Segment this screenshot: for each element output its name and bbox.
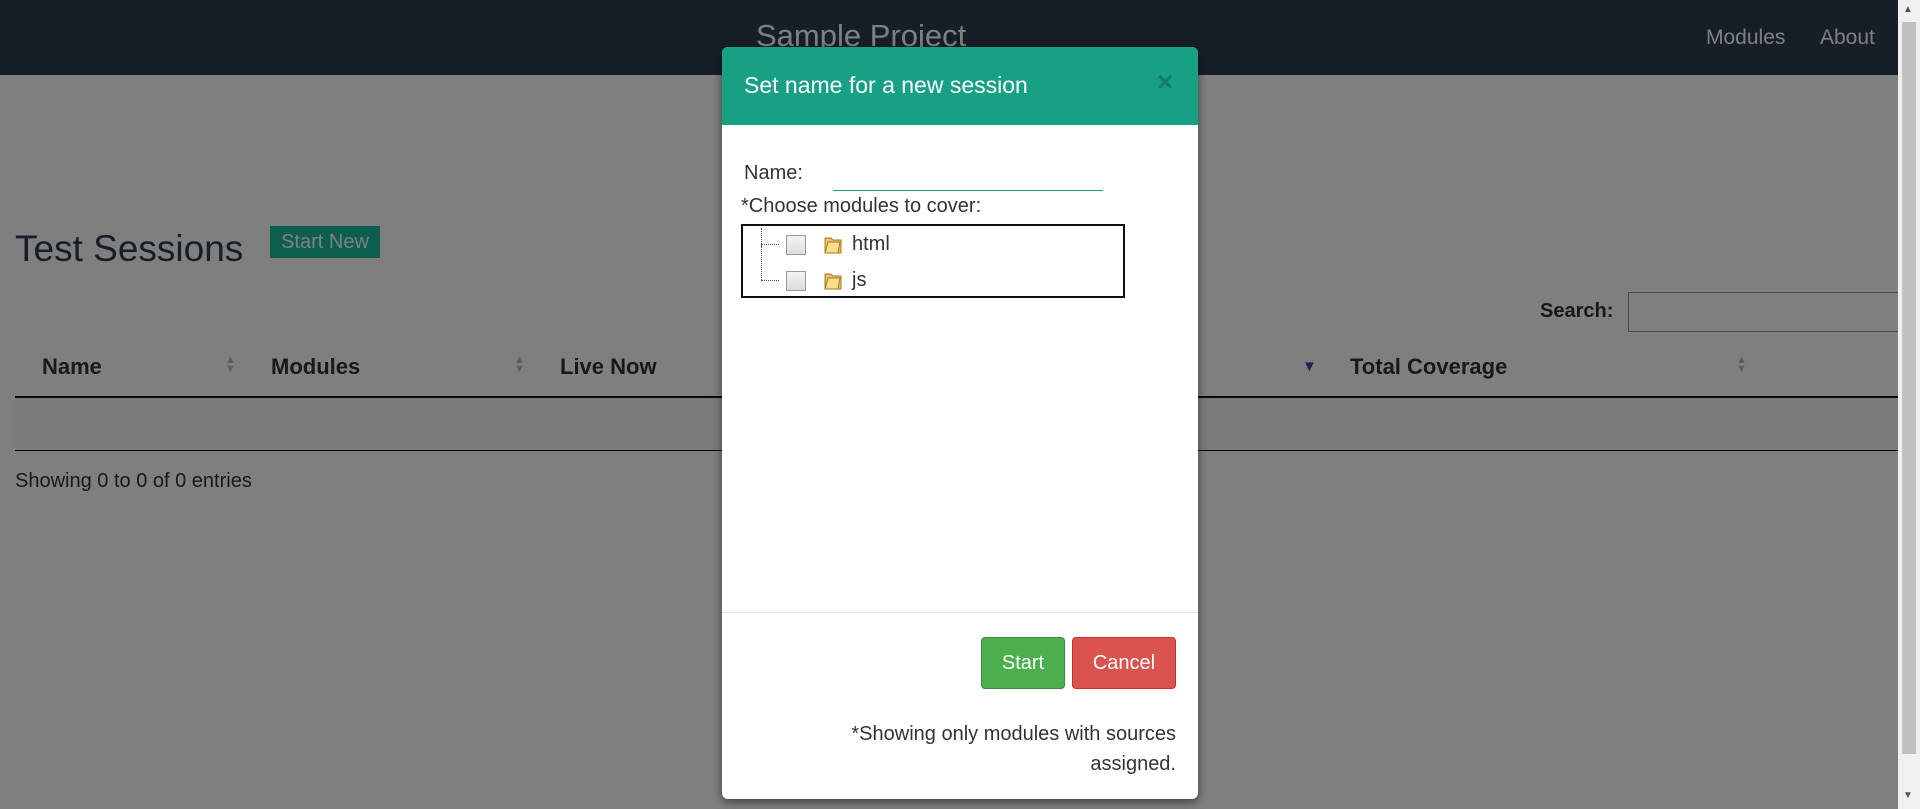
start-button[interactable]: Start: [981, 637, 1065, 689]
modal-header: Set name for a new session ×: [722, 47, 1198, 125]
session-name-input[interactable]: [833, 160, 1103, 191]
cancel-button[interactable]: Cancel: [1072, 637, 1176, 689]
modal-title: Set name for a new session: [744, 72, 1028, 98]
tree-node-js[interactable]: js: [743, 264, 1121, 296]
modules-footnote: *Showing only modules with sources assig…: [851, 723, 1176, 775]
modal-footer-divider: [722, 612, 1198, 613]
close-icon[interactable]: ×: [1157, 66, 1173, 98]
choose-modules-label: *Choose modules to cover:: [741, 195, 982, 217]
module-tree: html js: [741, 224, 1125, 298]
module-checkbox-html[interactable]: [786, 235, 806, 255]
name-label: Name:: [744, 162, 803, 184]
folder-icon: [824, 273, 842, 290]
scroll-up-icon[interactable]: ▲: [1903, 4, 1913, 15]
page-scrollbar[interactable]: ▲ ▼: [1898, 0, 1920, 809]
scroll-thumb[interactable]: [1902, 22, 1916, 754]
folder-icon: [824, 237, 842, 254]
scroll-down-icon[interactable]: ▼: [1903, 790, 1913, 801]
tree-node-html[interactable]: html: [743, 228, 1121, 260]
tree-connector: [761, 280, 779, 281]
tree-node-label[interactable]: js: [852, 269, 866, 292]
new-session-modal: Set name for a new session × Name: *Choo…: [722, 47, 1198, 799]
tree-node-label[interactable]: html: [852, 233, 890, 256]
tree-connector: [761, 244, 779, 245]
module-checkbox-js[interactable]: [786, 271, 806, 291]
